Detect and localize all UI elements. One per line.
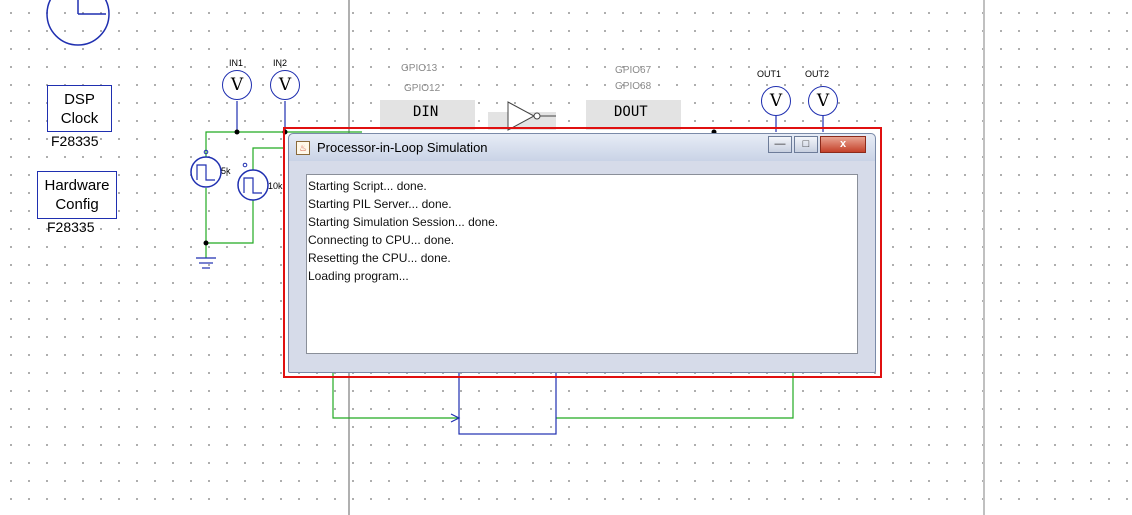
hardware-config-line2: Config [55,196,99,213]
log-line: Resetting the CPU... done. [308,251,451,265]
log-line: Starting PIL Server... done. [308,197,452,211]
close-button[interactable]: x [820,136,866,153]
dsp-clock-line1: DSP [64,90,95,108]
maximize-icon: □ [802,138,810,150]
log-line: Starting Simulation Session... done. [308,215,499,229]
out2-label: OUT2 [805,69,830,79]
dialog-titlebar[interactable]: ♨ Processor-in-Loop Simulation — □ x [289,134,875,161]
gpio12-label: GPIO12 [404,83,441,94]
dsp-clock-subtitle: F28335 [51,133,99,149]
clock-symbol[interactable] [46,0,110,46]
source2-freq-label: 10k [268,181,283,191]
log-textarea[interactable]: Starting Script... done. Starting PIL Se… [306,174,858,354]
in1-label: IN1 [229,58,244,68]
minimize-icon: — [774,138,786,150]
hardware-config-subtitle: F28335 [47,219,95,235]
ground-symbol [196,257,216,269]
dsp-clock-block[interactable]: DSP Clock [47,85,112,132]
in2-label: IN2 [273,58,288,68]
minimize-button[interactable]: — [768,136,792,153]
hardware-config-line1: Hardware [44,177,110,194]
log-line: Loading program... [308,269,409,283]
output-wires [332,371,794,435]
gpio67-label: GPIO67 [615,65,652,76]
voltmeter-out2[interactable]: V [808,86,838,116]
source1-freq-label: 5k [221,166,231,176]
voltmeter-in1[interactable]: V [222,70,252,100]
maximize-button[interactable]: □ [794,136,818,153]
dsp-clock-line2: Clock [60,109,99,127]
gpio68-label: GPIO68 [615,81,652,92]
gpio13-label: GPIO13 [401,63,438,74]
close-icon: x [839,138,847,150]
pil-simulation-dialog[interactable]: ♨ Processor-in-Loop Simulation — □ x Sta… [288,133,876,373]
log-line: Starting Script... done. [308,179,427,193]
java-app-icon: ♨ [296,141,310,155]
din-block-label[interactable]: DIN [413,104,438,120]
log-line: Connecting to CPU... done. [308,233,455,247]
voltmeter-in2[interactable]: V [270,70,300,100]
hardware-config-block[interactable]: Hardware Config [37,171,117,219]
out1-label: OUT1 [757,69,782,79]
voltmeter-out1[interactable]: V [761,86,791,116]
dout-block-label[interactable]: DOUT [614,104,648,120]
dialog-title: Processor-in-Loop Simulation [317,140,488,155]
